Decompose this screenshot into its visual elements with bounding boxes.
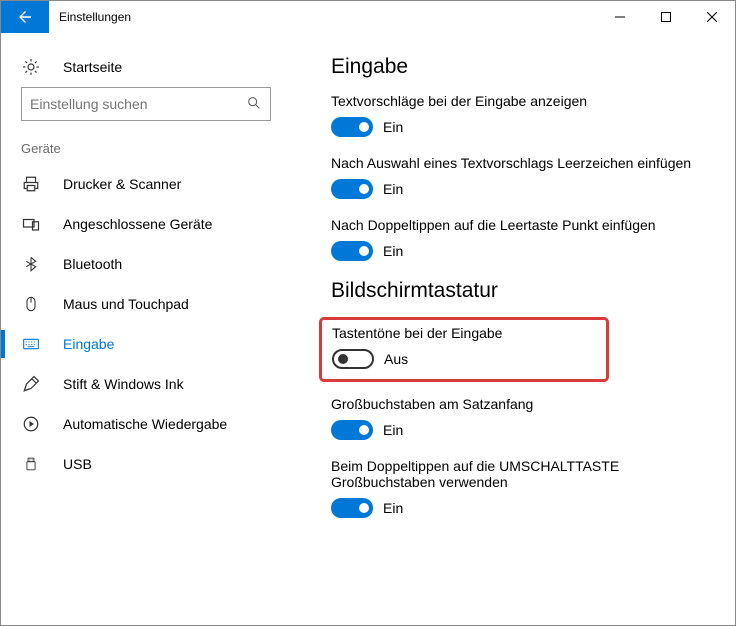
usb-icon	[21, 454, 41, 474]
sidebar-item-autoplay[interactable]: Automatische Wiedergabe	[1, 404, 291, 444]
setting-label: Tastentöne bei der Eingabe	[332, 325, 596, 341]
toggle-capitalize[interactable]	[331, 420, 373, 440]
sidebar-item-label: Automatische Wiedergabe	[63, 416, 227, 432]
sidebar-home[interactable]: Startseite	[1, 47, 291, 87]
maximize-icon	[661, 12, 671, 22]
toggle-add-period[interactable]	[331, 241, 373, 261]
toggle-state: Aus	[384, 351, 408, 367]
mouse-icon	[21, 294, 41, 314]
toggle-state: Ein	[383, 181, 403, 197]
toggle-row: Aus	[332, 349, 596, 369]
setting-key-sounds: Tastentöne bei der Eingabe Aus	[332, 325, 596, 369]
toggle-state: Ein	[383, 243, 403, 259]
content-area: Eingabe Textvorschläge bei der Eingabe a…	[291, 33, 735, 625]
search-box[interactable]	[21, 87, 271, 121]
devices-icon	[21, 214, 41, 234]
search-wrap	[1, 87, 291, 131]
section-title-typing: Eingabe	[331, 55, 707, 79]
window-body: Startseite Geräte Drucker & Scanner Ange…	[1, 33, 735, 625]
setting-add-space: Nach Auswahl eines Textvorschlags Leerze…	[331, 155, 707, 199]
close-button[interactable]	[689, 1, 735, 33]
toggle-text-suggestions[interactable]	[331, 117, 373, 137]
setting-label: Großbuchstaben am Satzanfang	[331, 396, 707, 412]
search-icon	[246, 95, 262, 114]
setting-label: Textvorschläge bei der Eingabe anzeigen	[331, 93, 707, 109]
toggle-row: Ein	[331, 420, 707, 440]
keyboard-icon	[21, 334, 41, 354]
setting-shift-caps: Beim Doppeltippen auf die UMSCHALTTASTE …	[331, 458, 707, 518]
toggle-shift-caps[interactable]	[331, 498, 373, 518]
highlight-box: Tastentöne bei der Eingabe Aus	[319, 317, 609, 382]
minimize-icon	[615, 12, 625, 22]
autoplay-icon	[21, 414, 41, 434]
toggle-state: Ein	[383, 422, 403, 438]
sidebar-item-usb[interactable]: USB	[1, 444, 291, 484]
search-input[interactable]	[30, 96, 246, 112]
toggle-add-space[interactable]	[331, 179, 373, 199]
sidebar-item-label: Angeschlossene Geräte	[63, 216, 212, 232]
toggle-row: Ein	[331, 241, 707, 261]
back-arrow-icon	[16, 8, 34, 26]
sidebar-item-connected-devices[interactable]: Angeschlossene Geräte	[1, 204, 291, 244]
sidebar-item-label: Bluetooth	[63, 256, 122, 272]
bluetooth-icon	[21, 254, 41, 274]
toggle-row: Ein	[331, 498, 707, 518]
toggle-key-sounds[interactable]	[332, 349, 374, 369]
sidebar-item-label: Drucker & Scanner	[63, 176, 181, 192]
sidebar: Startseite Geräte Drucker & Scanner Ange…	[1, 33, 291, 625]
sidebar-item-printers[interactable]: Drucker & Scanner	[1, 164, 291, 204]
close-icon	[707, 12, 717, 22]
sidebar-group-header: Geräte	[1, 131, 291, 164]
setting-add-period: Nach Doppeltippen auf die Leertaste Punk…	[331, 217, 707, 261]
sidebar-item-pen[interactable]: Stift & Windows Ink	[1, 364, 291, 404]
toggle-row: Ein	[331, 117, 707, 137]
back-button[interactable]	[1, 1, 49, 33]
sidebar-item-label: Maus und Touchpad	[63, 296, 189, 312]
toggle-row: Ein	[331, 179, 707, 199]
setting-label: Nach Auswahl eines Textvorschlags Leerze…	[331, 155, 707, 171]
pen-icon	[21, 374, 41, 394]
sidebar-item-label: Eingabe	[63, 336, 114, 352]
titlebar: Einstellungen	[1, 1, 735, 33]
toggle-state: Ein	[383, 500, 403, 516]
sidebar-item-mouse[interactable]: Maus und Touchpad	[1, 284, 291, 324]
window-title: Einstellungen	[49, 1, 597, 33]
sidebar-item-bluetooth[interactable]: Bluetooth	[1, 244, 291, 284]
setting-capitalize: Großbuchstaben am Satzanfang Ein	[331, 396, 707, 440]
minimize-button[interactable]	[597, 1, 643, 33]
sidebar-item-label: USB	[63, 456, 92, 472]
toggle-state: Ein	[383, 119, 403, 135]
maximize-button[interactable]	[643, 1, 689, 33]
window-controls	[597, 1, 735, 33]
section-title-touch-keyboard: Bildschirmtastatur	[331, 279, 707, 303]
printer-icon	[21, 174, 41, 194]
gear-icon	[21, 57, 41, 77]
setting-text-suggestions: Textvorschläge bei der Eingabe anzeigen …	[331, 93, 707, 137]
setting-label: Nach Doppeltippen auf die Leertaste Punk…	[331, 217, 707, 233]
sidebar-item-typing[interactable]: Eingabe	[1, 324, 291, 364]
settings-window: Einstellungen Startseite Geräte Drucker …	[0, 0, 736, 626]
setting-label: Beim Doppeltippen auf die UMSCHALTTASTE …	[331, 458, 707, 490]
sidebar-item-label: Stift & Windows Ink	[63, 376, 184, 392]
sidebar-home-label: Startseite	[63, 59, 122, 75]
